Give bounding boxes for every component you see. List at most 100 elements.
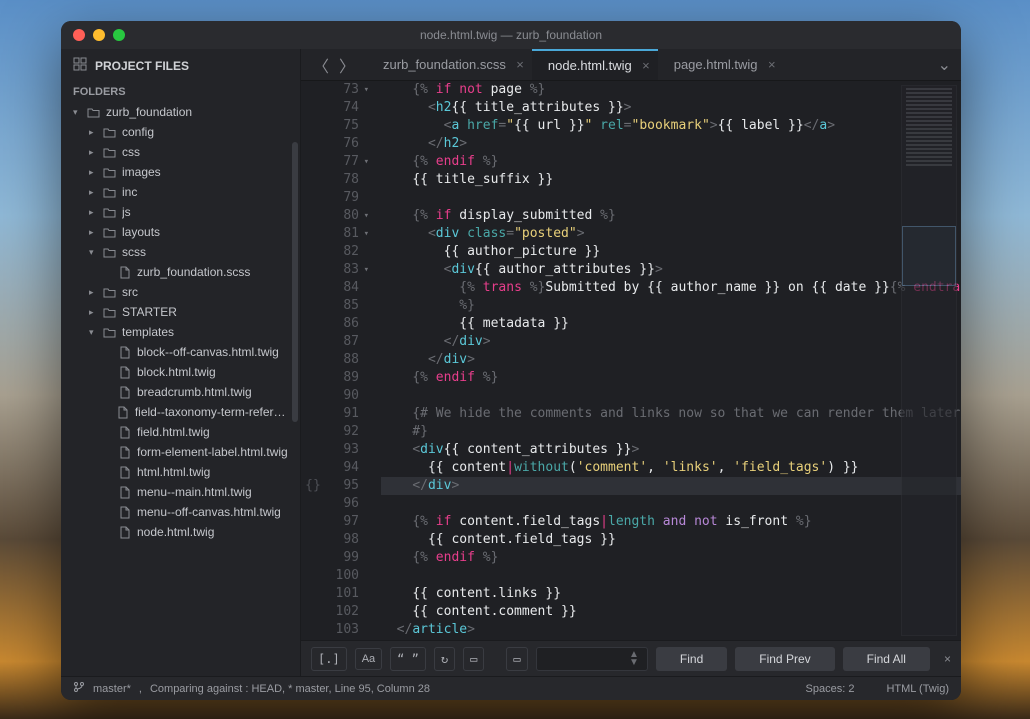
line-number[interactable]: 88: [325, 351, 359, 369]
disclosure-arrow-icon[interactable]: ▸: [89, 187, 97, 198]
line-number[interactable]: 73: [325, 81, 359, 99]
line-number[interactable]: 96: [325, 495, 359, 513]
line-number[interactable]: 98: [325, 531, 359, 549]
line-number[interactable]: 95: [325, 477, 359, 495]
tree-file[interactable]: menu--off-canvas.html.twig: [61, 502, 300, 522]
line-number[interactable]: 91: [325, 405, 359, 423]
code-line[interactable]: {% endif %}: [381, 369, 961, 387]
tab-close-icon[interactable]: ×: [642, 58, 650, 73]
line-number[interactable]: 74: [325, 99, 359, 117]
find-all-button[interactable]: Find All: [843, 647, 930, 671]
sidebar-scrollbar-thumb[interactable]: [292, 142, 298, 422]
tree-folder[interactable]: ▸js: [61, 202, 300, 222]
line-number[interactable]: 90: [325, 387, 359, 405]
code-line[interactable]: {% if display_submitted %}: [381, 207, 961, 225]
tab-close-icon[interactable]: ×: [516, 57, 524, 72]
line-number[interactable]: 100: [325, 567, 359, 585]
code-line[interactable]: {{ content|without('comment', 'links', '…: [381, 459, 961, 477]
tree-folder[interactable]: ▸config: [61, 122, 300, 142]
tree-file[interactable]: field--taxonomy-term-reference.html.twig: [61, 402, 300, 422]
code-line[interactable]: #}: [381, 423, 961, 441]
find-close-icon[interactable]: ×: [944, 652, 951, 666]
code-line[interactable]: [381, 189, 961, 207]
tree-folder[interactable]: ▸inc: [61, 182, 300, 202]
code-line[interactable]: {{ content.links }}: [381, 585, 961, 603]
tree-folder[interactable]: ▸images: [61, 162, 300, 182]
code-line[interactable]: </div>: [381, 477, 961, 495]
code-line[interactable]: {{ author_picture }}: [381, 243, 961, 261]
line-number[interactable]: 77: [325, 153, 359, 171]
find-regex-toggle[interactable]: [.]: [311, 647, 347, 671]
tree-folder[interactable]: ▸src: [61, 282, 300, 302]
editor-tab[interactable]: node.html.twig×: [532, 49, 658, 80]
line-number[interactable]: 85: [325, 297, 359, 315]
tree-file[interactable]: block--off-canvas.html.twig: [61, 342, 300, 362]
find-word-toggle[interactable]: “ ”: [390, 647, 426, 671]
line-number[interactable]: 84: [325, 279, 359, 297]
titlebar[interactable]: node.html.twig — zurb_foundation: [61, 21, 961, 49]
line-number-gutter[interactable]: 7374757677787980818283848586878889909192…: [325, 81, 367, 640]
editor-tab[interactable]: zurb_foundation.scss×: [367, 49, 532, 80]
code-line[interactable]: <div{{ content_attributes }}>: [381, 441, 961, 459]
disclosure-arrow-icon[interactable]: ▸: [89, 127, 97, 138]
line-number[interactable]: 92: [325, 423, 359, 441]
line-number[interactable]: 79: [325, 189, 359, 207]
syntax-status[interactable]: HTML (Twig): [886, 683, 949, 695]
indent-status[interactable]: Spaces: 2: [806, 683, 855, 695]
line-number[interactable]: 93: [325, 441, 359, 459]
disclosure-arrow-icon[interactable]: ▾: [89, 327, 97, 338]
tree-file[interactable]: block.html.twig: [61, 362, 300, 382]
code-line[interactable]: {{ content.field_tags }}: [381, 531, 961, 549]
code-line[interactable]: <div class="posted">: [381, 225, 961, 243]
code-line[interactable]: <div{{ author_attributes }}>: [381, 261, 961, 279]
nav-forward-icon[interactable]: 〉: [339, 53, 355, 77]
code-line[interactable]: <a href="{{ url }}" rel="bookmark">{{ la…: [381, 117, 961, 135]
line-number[interactable]: 97: [325, 513, 359, 531]
code-line[interactable]: [381, 387, 961, 405]
tree-folder[interactable]: ▸css: [61, 142, 300, 162]
tab-close-icon[interactable]: ×: [768, 57, 776, 72]
disclosure-arrow-icon[interactable]: ▸: [89, 167, 97, 178]
code-content[interactable]: {% if not page %} <h2{{ title_attributes…: [367, 81, 961, 640]
line-number[interactable]: 101: [325, 585, 359, 603]
find-button[interactable]: Find: [656, 647, 727, 671]
line-number[interactable]: 89: [325, 369, 359, 387]
tree-folder[interactable]: ▸STARTER: [61, 302, 300, 322]
tree-file[interactable]: menu--main.html.twig: [61, 482, 300, 502]
find-input[interactable]: ▲▼: [536, 647, 648, 671]
code-line[interactable]: [381, 495, 961, 513]
find-prev-button[interactable]: Find Prev: [735, 647, 834, 671]
disclosure-arrow-icon[interactable]: ▾: [73, 107, 81, 118]
find-case-toggle[interactable]: Aa: [355, 648, 382, 670]
minimap-viewport[interactable]: [902, 226, 956, 286]
code-line[interactable]: </h2>: [381, 135, 961, 153]
tree-file[interactable]: breadcrumb.html.twig: [61, 382, 300, 402]
git-branch-label[interactable]: master*: [93, 683, 131, 695]
code-line[interactable]: {{ content.comment }}: [381, 603, 961, 621]
tab-overflow-button[interactable]: ⌄: [928, 49, 961, 80]
line-number[interactable]: 76: [325, 135, 359, 153]
find-history-stepper[interactable]: ▲▼: [629, 651, 639, 667]
find-highlight-toggle[interactable]: ▭: [506, 647, 527, 671]
code-line[interactable]: {{ title_suffix }}: [381, 171, 961, 189]
tree-folder[interactable]: ▾scss: [61, 242, 300, 262]
code-line[interactable]: {{ metadata }}: [381, 315, 961, 333]
find-wrap-toggle[interactable]: ↻: [434, 647, 455, 671]
code-line[interactable]: {% endif %}: [381, 549, 961, 567]
line-number[interactable]: 86: [325, 315, 359, 333]
line-number[interactable]: 83: [325, 261, 359, 279]
line-number[interactable]: 102: [325, 603, 359, 621]
tree-file[interactable]: node.html.twig: [61, 522, 300, 542]
code-editor[interactable]: {} 7374757677787980818283848586878889909…: [301, 81, 961, 640]
nav-back-icon[interactable]: 〈: [313, 53, 329, 77]
code-line[interactable]: {% if not page %}: [381, 81, 961, 99]
code-line[interactable]: </div>: [381, 351, 961, 369]
tree-folder[interactable]: ▾zurb_foundation: [61, 102, 300, 122]
sidebar-header[interactable]: PROJECT FILES: [61, 49, 300, 82]
disclosure-arrow-icon[interactable]: ▸: [89, 287, 97, 298]
line-number[interactable]: 75: [325, 117, 359, 135]
disclosure-arrow-icon[interactable]: ▸: [89, 147, 97, 158]
disclosure-arrow-icon[interactable]: ▾: [89, 247, 97, 258]
tree-file[interactable]: zurb_foundation.scss: [61, 262, 300, 282]
minimap[interactable]: [901, 85, 957, 636]
